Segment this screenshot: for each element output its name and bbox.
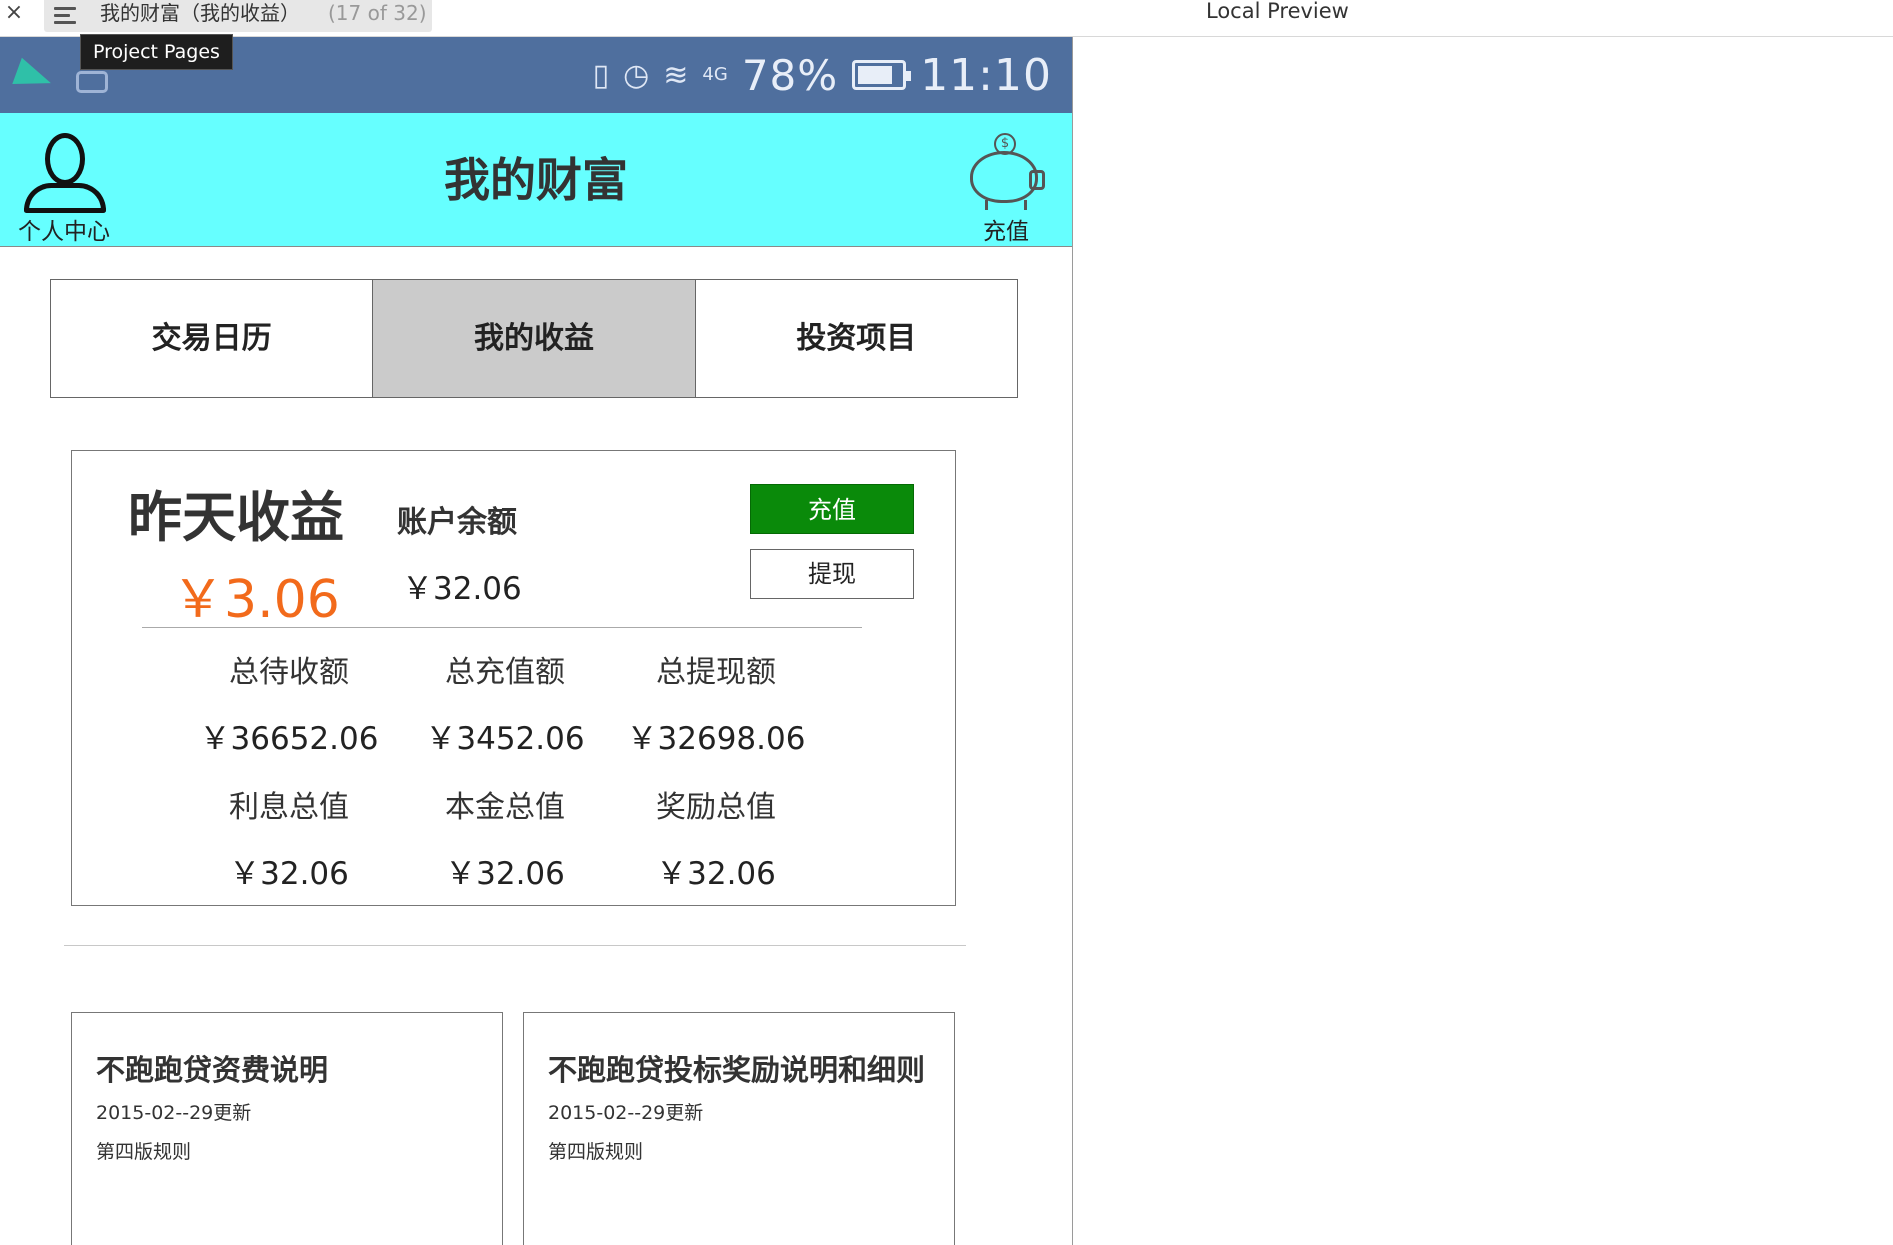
alarm-icon: ◷ <box>623 57 650 93</box>
article-card[interactable]: 不跑跑贷投标奖励说明和细则 2015-02--29更新 第四版规则 <box>523 1012 955 1245</box>
stat-label-total-receivable: 总待收额 <box>229 655 349 690</box>
stat-label-total-interest: 利息总值 <box>229 790 349 825</box>
menu-icon[interactable] <box>54 7 76 25</box>
page-title: 我的财富（我的收益） <box>100 1 300 25</box>
user-body-icon <box>24 183 106 213</box>
page-count: (17 of 32) <box>328 1 427 25</box>
chat-icon <box>76 71 108 93</box>
yesterday-earnings-title: 昨天收益 <box>128 486 344 549</box>
network-type: 4G <box>702 64 728 85</box>
stat-label-total-recharge: 总充值额 <box>445 655 565 690</box>
article-title: 不跑跑贷资费说明 <box>96 1053 329 1087</box>
stat-label-total-reward: 奖励总值 <box>656 790 776 825</box>
tab-investment-projects[interactable]: 投资项目 <box>695 280 1017 397</box>
stat-value-total-principal: ￥32.06 <box>445 856 565 892</box>
article-date: 2015-02--29更新 <box>548 1102 704 1124</box>
account-balance-title: 账户余额 <box>397 505 517 540</box>
piggy-bank-icon <box>970 151 1045 210</box>
tab-my-earnings[interactable]: 我的收益 <box>373 280 696 397</box>
vibrate-icon: ▯ <box>592 57 610 93</box>
profile-button[interactable]: 个人中心 <box>14 133 114 245</box>
preview-toolbar: × 我的财富（我的收益） (17 of 32) Local Preview <box>0 0 1893 37</box>
stat-value-total-interest: ￥32.06 <box>229 856 349 892</box>
article-date: 2015-02--29更新 <box>96 1102 252 1124</box>
article-card[interactable]: 不跑跑贷资费说明 2015-02--29更新 第四版规则 <box>71 1012 503 1245</box>
tooltip: Project Pages <box>80 34 233 70</box>
battery-icon <box>852 60 912 90</box>
article-version: 第四版规则 <box>96 1141 192 1163</box>
section-divider <box>64 945 966 946</box>
stat-value-total-reward: ￥32.06 <box>656 856 776 892</box>
tab-bar: 交易日历 我的收益 投资项目 <box>50 279 1018 398</box>
clock: 11:10 <box>920 49 1052 101</box>
withdraw-button[interactable]: 提现 <box>750 549 914 599</box>
article-version: 第四版规则 <box>548 1141 644 1163</box>
stat-label-total-principal: 本金总值 <box>445 790 565 825</box>
close-icon[interactable]: × <box>4 0 24 26</box>
stat-value-total-receivable: ￥36652.06 <box>199 721 379 757</box>
yesterday-earnings-value: ￥3.06 <box>172 570 340 630</box>
user-icon <box>45 133 85 185</box>
tab-trade-calendar[interactable]: 交易日历 <box>51 280 374 397</box>
stat-label-total-withdrawal: 总提现额 <box>656 655 776 690</box>
divider <box>142 627 862 628</box>
signal-icon: 4G <box>702 65 727 85</box>
phone-screen: ▯ ◷ ≋ 4G 78% 11:10 我的财富 个人中心 $ 充值 交易日历 我… <box>0 37 1073 1245</box>
recharge-header-button[interactable]: $ 充值 <box>964 133 1048 245</box>
page-selector[interactable]: 我的财富（我的收益） (17 of 32) <box>44 0 432 32</box>
battery-percent: 78% <box>741 50 839 100</box>
app-title: 我的财富 <box>444 153 628 207</box>
recharge-header-label: 充值 <box>983 219 1029 245</box>
article-title: 不跑跑贷投标奖励说明和细则 <box>548 1053 926 1087</box>
app-header: 我的财富 个人中心 $ 充值 <box>0 113 1072 247</box>
earnings-summary-card: 昨天收益 ￥3.06 账户余额 ￥32.06 充值 提现 总待收额 总充值额 总… <box>71 450 956 906</box>
recharge-button[interactable]: 充值 <box>750 484 914 534</box>
wifi-icon: ≋ <box>663 57 689 93</box>
account-balance-value: ￥32.06 <box>402 571 522 607</box>
profile-label: 个人中心 <box>18 219 110 245</box>
preview-label: Local Preview <box>1206 0 1349 23</box>
status-right-icons: ▯ ◷ ≋ 4G 78% 11:10 <box>593 45 1052 105</box>
stat-value-total-withdrawal: ￥32698.06 <box>626 721 806 757</box>
paper-plane-icon <box>12 57 56 97</box>
stat-value-total-recharge: ￥3452.06 <box>425 721 585 757</box>
